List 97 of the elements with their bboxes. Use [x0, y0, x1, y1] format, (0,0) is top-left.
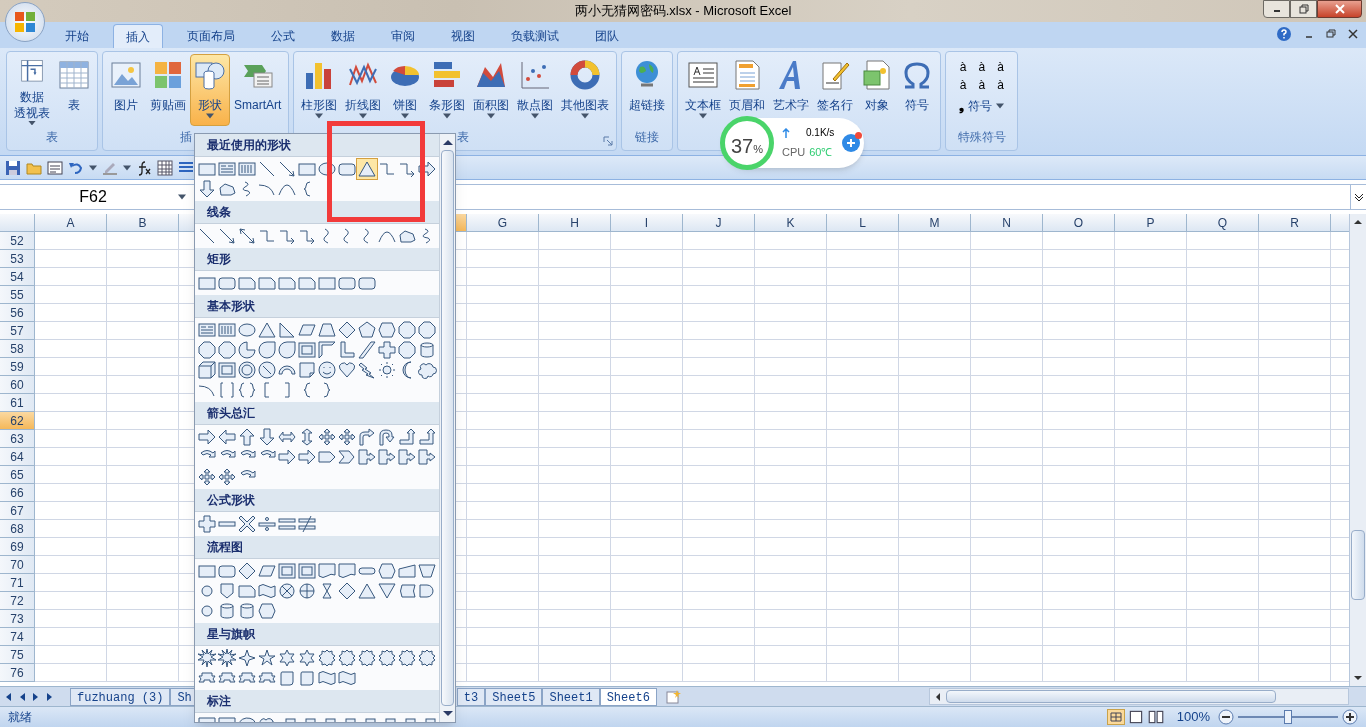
row-header[interactable]: 75 — [0, 646, 35, 664]
ribbon-tab[interactable]: 审阅 — [379, 24, 427, 48]
sheet-tab[interactable]: fuzhuang (3) — [70, 687, 171, 706]
sheet-tab[interactable]: Sheet1 — [542, 687, 600, 706]
column-header[interactable]: Q — [1187, 214, 1259, 231]
ribbon-button[interactable]: 折线图 — [341, 54, 386, 126]
row-header[interactable]: 55 — [0, 286, 35, 304]
row-header[interactable]: 61 — [0, 394, 35, 412]
column-header[interactable]: R — [1259, 214, 1331, 231]
row-header[interactable]: 74 — [0, 628, 35, 646]
column-header[interactable]: O — [1043, 214, 1115, 231]
ribbon-tab[interactable]: 公式 — [259, 24, 307, 48]
section-header: 标注 — [195, 690, 439, 713]
section-header: 矩形 — [195, 248, 439, 271]
group-label: 表 — [457, 129, 470, 146]
network-speed: 0.1K/s — [806, 126, 835, 141]
column-header[interactable]: G — [467, 214, 539, 231]
symbol-button[interactable]: à — [997, 78, 1004, 92]
ribbon-button[interactable]: 签名行 — [813, 54, 858, 126]
ribbon-button[interactable]: 饼图 — [385, 54, 426, 126]
ribbon-button[interactable]: 面积图 — [469, 54, 514, 126]
row-header[interactable]: 64 — [0, 448, 35, 466]
row-header[interactable]: 58 — [0, 340, 35, 358]
column-header[interactable]: I — [611, 214, 683, 231]
row-header[interactable]: 56 — [0, 304, 35, 322]
row-header[interactable]: 66 — [0, 484, 35, 502]
row-header[interactable]: 73 — [0, 610, 35, 628]
section-header: 流程图 — [195, 536, 439, 559]
cpu-temperature: 60℃ — [809, 145, 833, 161]
row-header[interactable]: 63 — [0, 430, 35, 448]
column-header[interactable]: J — [683, 214, 755, 231]
column-header[interactable]: L — [827, 214, 899, 231]
group-label: 插 — [180, 129, 192, 146]
group-label: 特殊符号 — [957, 129, 1006, 146]
row-header[interactable]: 69 — [0, 538, 35, 556]
section-header: 箭头总汇 — [195, 402, 439, 425]
sheet-tab[interactable]: Sheet6 — [599, 687, 657, 706]
row-header[interactable]: 53 — [0, 250, 35, 268]
ribbon-tab[interactable]: 视图 — [439, 24, 487, 48]
zoom-level: 100% — [1176, 708, 1210, 727]
section-header: 基本形状 — [195, 295, 439, 318]
row-header[interactable]: 59 — [0, 358, 35, 376]
group-label: 链接 — [635, 129, 660, 146]
row-header[interactable]: 65 — [0, 466, 35, 484]
ribbon-tab[interactable]: 数据 — [319, 24, 367, 48]
ribbon-tab[interactable]: 页面布局 — [175, 24, 247, 48]
row-header[interactable]: 72 — [0, 592, 35, 610]
row-header[interactable]: 52 — [0, 232, 35, 250]
ribbon-tab[interactable]: 团队 — [583, 24, 631, 48]
group-label: 表 — [46, 129, 58, 146]
column-header[interactable]: A — [35, 214, 107, 231]
row-header[interactable]: 71 — [0, 574, 35, 592]
ribbon-button[interactable]: 数据 透视表 — [10, 54, 54, 126]
ribbon-button[interactable]: 条形图 — [425, 54, 470, 126]
ribbon-tab[interactable]: 开始 — [53, 24, 101, 48]
sheet-tab[interactable]: Sheet5 — [485, 687, 543, 706]
ribbon-button[interactable]: 柱形图 — [297, 54, 342, 126]
ribbon-tab[interactable]: 负载测试 — [499, 24, 571, 48]
ribbon-button[interactable]: 其他图表 — [557, 54, 614, 126]
symbol-button[interactable]: à — [997, 60, 1004, 74]
row-header[interactable]: 67 — [0, 502, 35, 520]
window-title: 两小无猜网密码.xlsx - Microsoft Excel — [574, 2, 792, 21]
symbol-button[interactable]: à — [959, 78, 967, 92]
column-header[interactable]: P — [1115, 214, 1187, 231]
column-header[interactable]: K — [755, 214, 827, 231]
section-header: 星与旗帜 — [195, 623, 439, 646]
ribbon-button[interactable]: 形状 — [190, 54, 230, 126]
symbol-button[interactable]: à — [978, 60, 986, 74]
row-header[interactable]: 57 — [0, 322, 35, 340]
row-header[interactable]: 68 — [0, 520, 35, 538]
column-header[interactable]: H — [539, 214, 611, 231]
sheet-tab[interactable]: t3 — [456, 687, 486, 706]
column-header[interactable]: N — [971, 214, 1043, 231]
row-header[interactable]: 76 — [0, 664, 35, 682]
ribbon-button[interactable]: 表 — [54, 54, 94, 126]
section-header: 最近使用的形状 — [195, 134, 439, 157]
column-header[interactable]: B — [107, 214, 179, 231]
row-header[interactable]: 70 — [0, 556, 35, 574]
row-header[interactable]: 62 — [0, 412, 35, 430]
ribbon-button[interactable]: 超链接 — [625, 54, 670, 126]
cpu-label: CPU — [782, 145, 806, 161]
symbol-button[interactable]: ❟ — [959, 96, 965, 116]
row-header[interactable]: 60 — [0, 376, 35, 394]
column-header[interactable]: M — [899, 214, 971, 231]
symbol-button[interactable]: à — [978, 78, 986, 92]
symbol-button[interactable]: à — [959, 60, 967, 74]
ribbon-button[interactable]: 对象 — [857, 54, 898, 126]
ribbon-button[interactable]: 剪贴画 — [146, 54, 190, 126]
ribbon-button[interactable]: 图片 — [106, 54, 146, 126]
row-header[interactable]: 54 — [0, 268, 35, 286]
ribbon-button[interactable]: 散点图 — [513, 54, 558, 126]
symbol-menu-button[interactable]: 符号 — [968, 96, 993, 115]
ribbon-button[interactable]: 符号 — [897, 54, 938, 126]
ribbon-tab[interactable]: 插入 — [113, 24, 163, 48]
status-text: 就绪 — [8, 709, 32, 726]
section-header: 公式形状 — [195, 489, 439, 512]
ribbon-button[interactable]: SmartArt — [230, 54, 286, 126]
